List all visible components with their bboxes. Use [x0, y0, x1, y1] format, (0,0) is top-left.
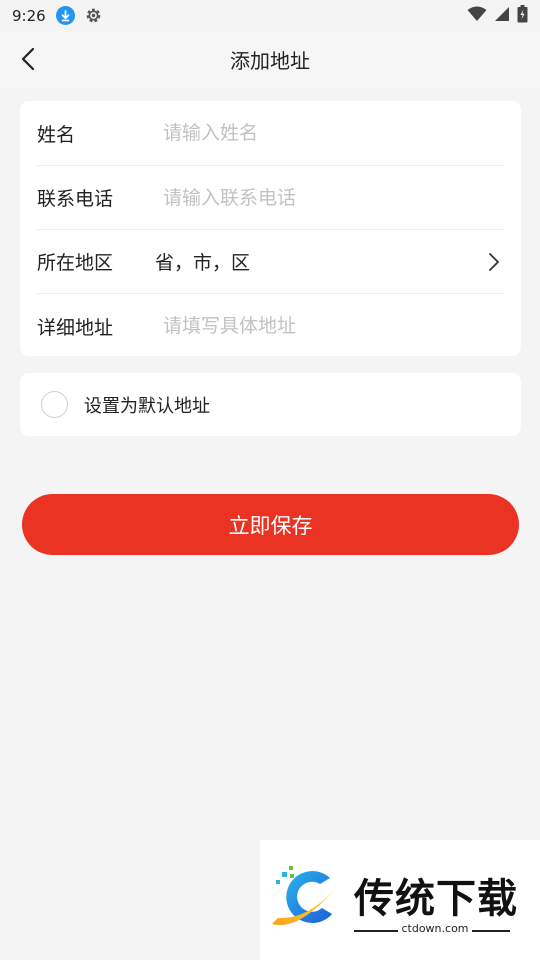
status-bar: 9:26: [0, 0, 540, 31]
ctdown-logo-icon: [272, 866, 338, 926]
page-title: 添加地址: [230, 48, 310, 73]
name-row: 姓名: [37, 101, 504, 166]
region-row[interactable]: 所在地区 省，市，区: [37, 230, 504, 294]
detail-label: 详细地址: [37, 316, 114, 339]
region-selector[interactable]: 省，市，区: [155, 248, 484, 275]
address-form: 姓名 联系电话 所在地区 省，市，区 详细地址: [20, 101, 521, 356]
watermark-line-left: [354, 930, 398, 932]
phone-input[interactable]: [163, 186, 504, 209]
default-address-radio[interactable]: [41, 391, 68, 418]
watermark-line-right: [472, 930, 510, 932]
nav-bar: 添加地址: [0, 31, 540, 87]
gear-icon: [84, 6, 103, 25]
battery-icon: [517, 4, 528, 27]
name-label: 姓名: [37, 123, 76, 146]
download-icon: [55, 6, 75, 25]
default-address-card[interactable]: 设置为默认地址: [20, 373, 521, 436]
phone-row: 联系电话: [37, 166, 504, 230]
status-time: 9:26: [12, 6, 46, 25]
chevron-left-icon: [21, 47, 35, 71]
watermark-brand: 传统下载: [354, 876, 518, 922]
chevron-right-icon: [484, 252, 504, 272]
detail-row: 详细地址: [37, 294, 504, 358]
cellular-signal-icon: [494, 6, 510, 26]
default-address-label: 设置为默认地址: [84, 395, 210, 417]
back-button[interactable]: [12, 43, 44, 75]
watermark: 传统下载 ctdown.com: [260, 840, 540, 960]
region-label: 所在地区: [37, 252, 114, 274]
detail-address-input[interactable]: [163, 315, 504, 337]
wifi-icon: [467, 6, 487, 26]
save-button[interactable]: 立即保存: [22, 494, 519, 555]
name-input[interactable]: [163, 122, 504, 144]
watermark-site: ctdown.com: [401, 922, 469, 935]
phone-label: 联系电话: [37, 188, 114, 210]
